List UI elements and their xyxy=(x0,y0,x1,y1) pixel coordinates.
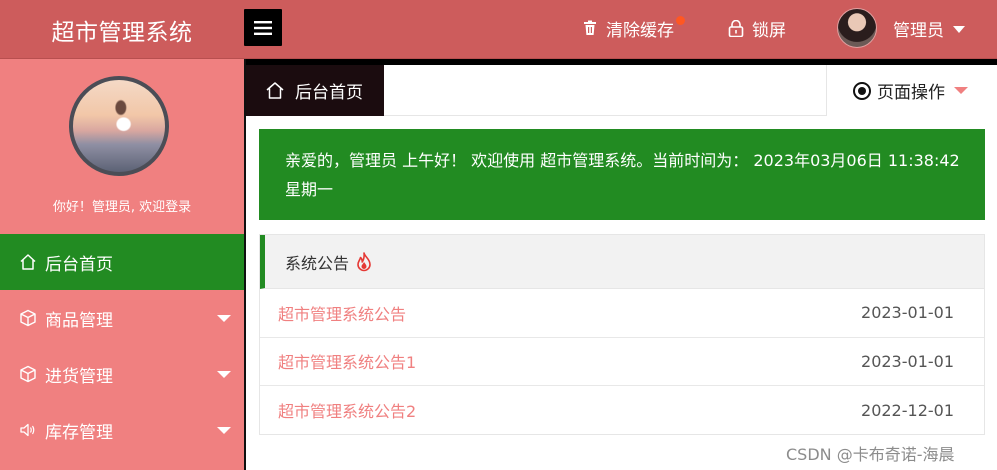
sidebar-item-purchase[interactable]: 进货管理 xyxy=(0,346,244,402)
watermark: CSDN @卡布奇诺-海晨 xyxy=(786,445,955,464)
chevron-down-icon xyxy=(954,87,968,94)
user-menu[interactable]: 管理员 xyxy=(837,0,965,56)
lock-screen-button[interactable]: 锁屏 xyxy=(728,0,786,56)
clear-cache-label: 清除缓存 xyxy=(606,20,674,41)
home-icon xyxy=(20,254,36,270)
trash-icon xyxy=(584,20,596,35)
chevron-down-icon xyxy=(217,371,231,378)
sidebar-divider xyxy=(244,59,246,470)
hamburger-icon xyxy=(254,20,272,35)
user-avatar xyxy=(837,8,877,48)
notice-link[interactable]: 超市管理系统公告1 xyxy=(278,349,416,373)
notice-panel: 系统公告 超市管理系统公告 2023-01-01 超市管理系统公告1 2023-… xyxy=(259,234,985,435)
page-operations-dropdown[interactable]: 页面操作 xyxy=(826,65,997,116)
sidebar-item-inventory[interactable]: 库存管理 xyxy=(0,402,244,458)
user-name: 管理员 xyxy=(893,20,944,41)
tab-home-label: 后台首页 xyxy=(295,83,363,103)
speaker-icon xyxy=(20,423,35,437)
sidebar-item-label: 进货管理 xyxy=(45,366,113,387)
notice-row: 超市管理系统公告2 2022-12-01 xyxy=(260,386,984,435)
notice-row: 超市管理系统公告1 2023-01-01 xyxy=(260,338,984,386)
sidebar: 你好！管理员, 欢迎登录 后台首页 商品管理 进货管理 库存管理 xyxy=(0,59,244,470)
top-header: 超市管理系统 清除缓存 锁屏 管理员 xyxy=(0,0,997,59)
notice-header: 系统公告 xyxy=(260,235,984,289)
app-logo[interactable]: 超市管理系统 xyxy=(0,0,244,59)
chevron-down-icon xyxy=(217,427,231,434)
cube-icon xyxy=(20,365,36,383)
notice-row: 超市管理系统公告 2023-01-01 xyxy=(260,289,984,338)
profile-avatar xyxy=(69,76,169,176)
tab-bar: 后台首页 页面操作 xyxy=(246,60,997,116)
clear-cache-button[interactable]: 清除缓存 xyxy=(582,0,685,56)
target-icon xyxy=(853,81,871,100)
notice-date: 2022-12-01 xyxy=(861,400,954,420)
chevron-down-icon xyxy=(953,25,965,33)
lock-icon xyxy=(728,19,744,37)
sidebar-item-label: 商品管理 xyxy=(45,310,113,331)
cube-icon xyxy=(20,309,36,327)
sidebar-item-label: 后台首页 xyxy=(45,254,113,275)
menu-toggle-button[interactable] xyxy=(244,9,282,46)
tab-home[interactable]: 后台首页 xyxy=(246,65,384,116)
sidebar-item-label: 库存管理 xyxy=(45,422,113,443)
sidebar-item-home[interactable]: 后台首页 xyxy=(0,234,244,290)
notice-date: 2023-01-01 xyxy=(861,351,954,371)
fire-icon xyxy=(357,251,371,271)
welcome-text: 你好！管理员, 欢迎登录 xyxy=(52,200,192,215)
sidebar-nav: 后台首页 商品管理 进货管理 库存管理 xyxy=(0,234,244,458)
greeting-banner: 亲爱的，管理员 上午好！ 欢迎使用 超市管理系统。当前时间为： 2023年03月… xyxy=(259,129,985,220)
sidebar-item-goods[interactable]: 商品管理 xyxy=(0,290,244,346)
notification-dot xyxy=(676,16,685,25)
tab-bar-topline xyxy=(246,59,997,65)
lock-screen-label: 锁屏 xyxy=(752,20,786,41)
home-icon xyxy=(266,82,284,99)
page-operations-label: 页面操作 xyxy=(877,83,945,103)
notice-link[interactable]: 超市管理系统公告2 xyxy=(278,398,416,422)
notice-date: 2023-01-01 xyxy=(861,303,954,323)
notice-link[interactable]: 超市管理系统公告 xyxy=(278,301,406,325)
notice-title: 系统公告 xyxy=(285,253,350,273)
chevron-down-icon xyxy=(217,315,231,322)
